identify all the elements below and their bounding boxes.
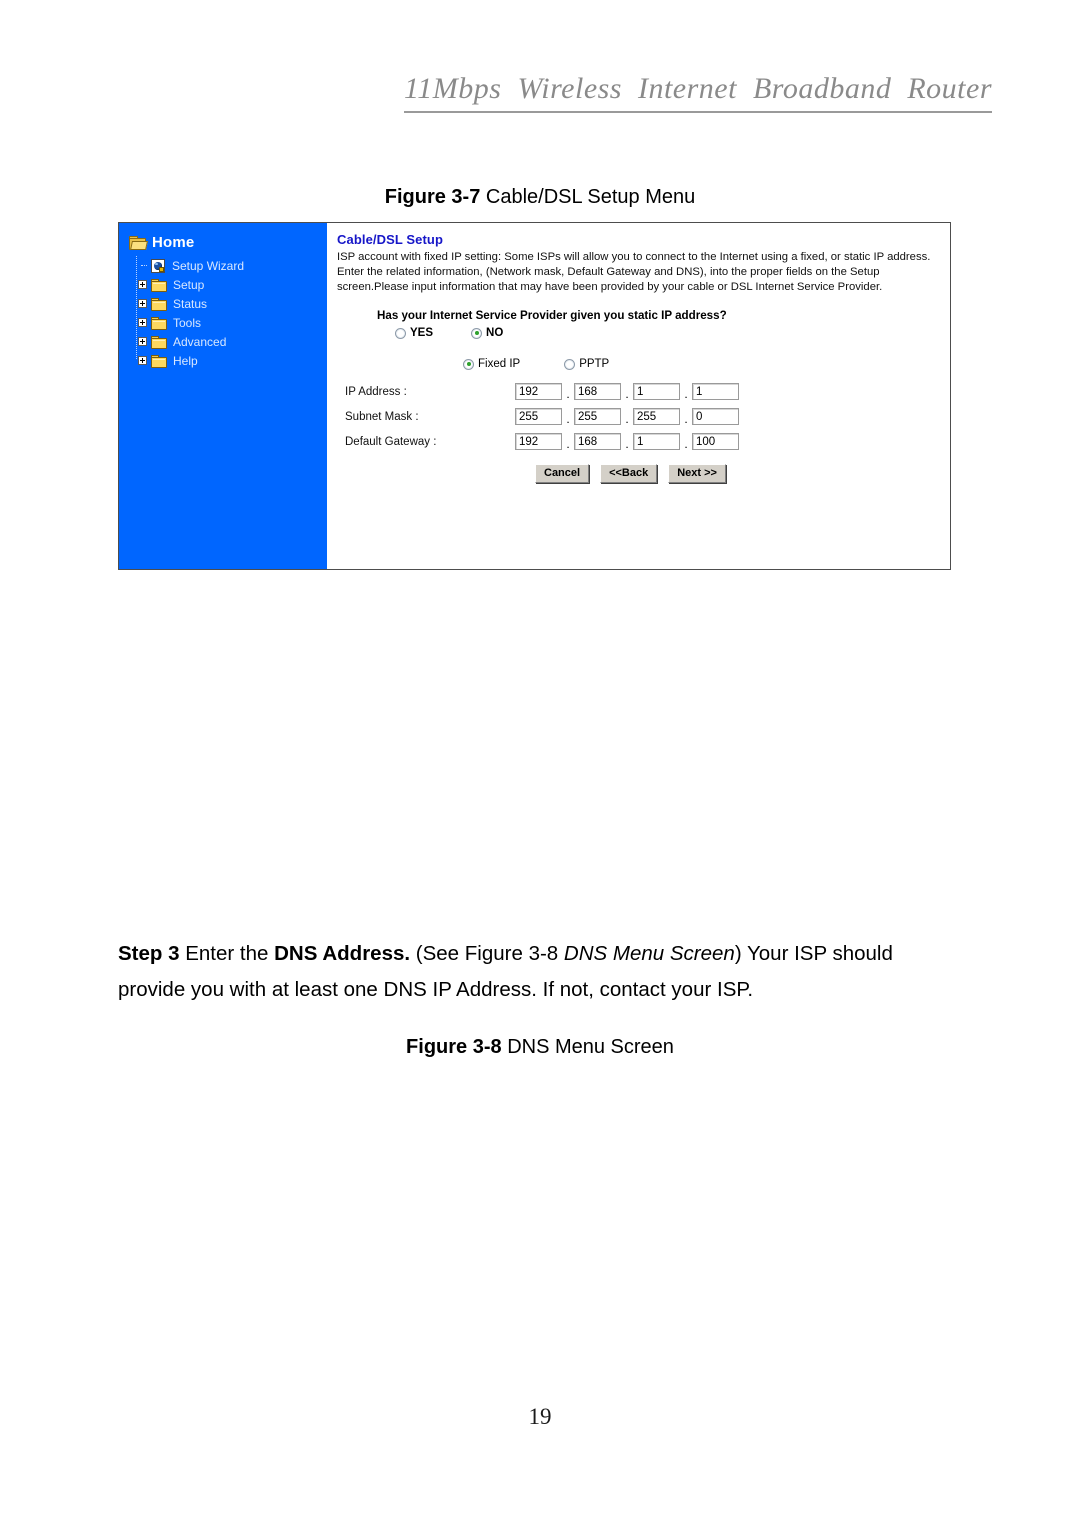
radio-option-no[interactable]: NO [471, 327, 503, 339]
sidebar-item-label: Advanced [173, 334, 227, 349]
expand-plus-icon[interactable] [138, 280, 147, 289]
field-label-subnet-mask: Subnet Mask : [345, 410, 419, 423]
static-ip-question: Has your Internet Service Provider given… [377, 309, 727, 322]
step-3-label: Step 3 [118, 942, 180, 965]
folder-icon [151, 316, 167, 330]
ip-address-octet-2[interactable] [574, 383, 621, 400]
sidebar-item-label: Tools [173, 315, 202, 330]
panel-description: ISP account with fixed IP setting: Some … [337, 251, 931, 293]
ip-address-octet-3[interactable] [633, 383, 680, 400]
expand-plus-icon[interactable] [138, 318, 147, 327]
next-button[interactable]: Next >> [668, 464, 726, 483]
radio-option-yes[interactable]: YES [395, 327, 433, 339]
figure-3-7-label: Figure 3-7 [384, 186, 481, 208]
octet-separator: . [566, 412, 570, 426]
octet-separator: . [566, 387, 570, 401]
field-label-ip-address: IP Address : [345, 385, 407, 398]
form-button-row: Cancel <<Back Next >> [535, 464, 940, 483]
running-header: 11Mbps Wireless Internet Broadband Route… [0, 72, 1080, 113]
octet-separator: . [684, 412, 688, 426]
running-header-title: 11Mbps Wireless Internet Broadband Route… [404, 72, 992, 113]
tree-connector-icon [138, 261, 147, 270]
expand-plus-icon[interactable] [138, 337, 147, 346]
sidebar-item-home[interactable]: Home [129, 233, 327, 251]
expand-plus-icon[interactable] [138, 299, 147, 308]
octet-group-ip-address: . . . [515, 383, 739, 401]
subnet-mask-octet-2[interactable] [574, 408, 621, 425]
octet-separator: . [684, 437, 688, 451]
ip-address-octet-4[interactable] [692, 383, 739, 400]
radio-label-fixed-ip: Fixed IP [478, 358, 521, 370]
default-gateway-octet-1[interactable] [515, 433, 562, 450]
sidebar-item-status[interactable]: Status [136, 294, 327, 313]
sidebar-item-label: Status [173, 296, 208, 311]
folder-icon [151, 335, 167, 349]
radio-indicator-fixed-ip[interactable] [463, 358, 474, 370]
expand-plus-icon[interactable] [138, 356, 147, 365]
sidebar-home-label: Home [152, 233, 195, 251]
octet-separator: . [684, 387, 688, 401]
subnet-mask-octet-4[interactable] [692, 408, 739, 425]
main-content-pane: Cable/DSL Setup ISP account with fixed I… [327, 223, 950, 569]
sidebar-item-setup-wizard[interactable]: Setup Wizard [136, 256, 327, 275]
step-3-figure-reference: DNS Menu Screen [563, 942, 735, 965]
step-3-text-1: Enter the [179, 942, 275, 965]
octet-separator: . [625, 437, 629, 451]
open-folder-icon [129, 235, 148, 250]
radio-option-pptp[interactable]: PPTP [564, 358, 609, 370]
radio-label-no: NO [486, 327, 504, 339]
sidebar-tree: Setup Wizard Setup Status Tools Advanced… [129, 256, 327, 370]
field-label-default-gateway: Default Gateway : [345, 435, 437, 448]
sidebar-item-advanced[interactable]: Advanced [136, 332, 327, 351]
cancel-button[interactable]: Cancel [535, 464, 590, 483]
field-row-default-gateway: Default Gateway : . . . [345, 433, 940, 451]
folder-icon [151, 297, 167, 311]
panel-title: Cable/DSL Setup [337, 232, 444, 247]
octet-separator: . [625, 412, 629, 426]
octet-separator: . [625, 387, 629, 401]
router-admin-screenshot: Home Setup Wizard Setup Status Tools Adv… [118, 222, 951, 570]
figure-3-7-caption: Figure 3-7 Cable/DSL Setup Menu [0, 186, 1080, 209]
subnet-mask-octet-1[interactable] [515, 408, 562, 425]
radio-label-pptp: PPTP [579, 358, 610, 370]
radio-option-fixed-ip[interactable]: Fixed IP [463, 358, 520, 370]
step-3-paragraph: Step 3 Enter the DNS Address. (See Figur… [118, 936, 963, 1008]
back-button[interactable]: <<Back [600, 464, 658, 483]
sidebar-item-setup[interactable]: Setup [136, 275, 327, 294]
default-gateway-octet-2[interactable] [574, 433, 621, 450]
step-3-dns-address-emphasis: DNS Address. [274, 942, 411, 965]
ip-address-octet-1[interactable] [515, 383, 562, 400]
sidebar-item-label: Help [173, 353, 198, 368]
radio-indicator-pptp[interactable] [564, 358, 576, 370]
static-ip-radio-group: YES NO [395, 327, 940, 339]
field-row-subnet-mask: Subnet Mask : . . . [345, 408, 940, 426]
folder-icon [151, 278, 167, 292]
subnet-mask-octet-3[interactable] [633, 408, 680, 425]
figure-3-8-title: DNS Menu Screen [507, 1036, 674, 1058]
setup-wizard-globe-icon [151, 258, 165, 273]
radio-label-yes: YES [410, 327, 434, 339]
octet-group-default-gateway: . . . [515, 433, 739, 451]
figure-3-8-caption: Figure 3-8 DNS Menu Screen [0, 1036, 1080, 1059]
sidebar-navigation: Home Setup Wizard Setup Status Tools Adv… [119, 223, 327, 569]
field-row-ip-address: IP Address : . . . [345, 383, 940, 401]
radio-indicator-yes[interactable] [395, 327, 406, 339]
default-gateway-octet-4[interactable] [692, 433, 739, 450]
figure-3-7-title: Cable/DSL Setup Menu [485, 186, 696, 208]
octet-separator: . [566, 437, 570, 451]
page-number: 19 [528, 1404, 552, 1429]
step-3-text-3: (See Figure 3-8 [410, 942, 564, 965]
octet-group-subnet-mask: . . . [515, 408, 739, 426]
default-gateway-octet-3[interactable] [633, 433, 680, 450]
connection-type-radio-group: Fixed IP PPTP [463, 358, 940, 370]
folder-icon [151, 354, 167, 368]
figure-3-8-label: Figure 3-8 [406, 1036, 502, 1058]
sidebar-item-tools[interactable]: Tools [136, 313, 327, 332]
sidebar-item-label: Setup [173, 277, 205, 292]
radio-indicator-no[interactable] [471, 327, 483, 339]
sidebar-item-label: Setup Wizard [172, 258, 245, 273]
sidebar-item-help[interactable]: Help [136, 351, 327, 370]
